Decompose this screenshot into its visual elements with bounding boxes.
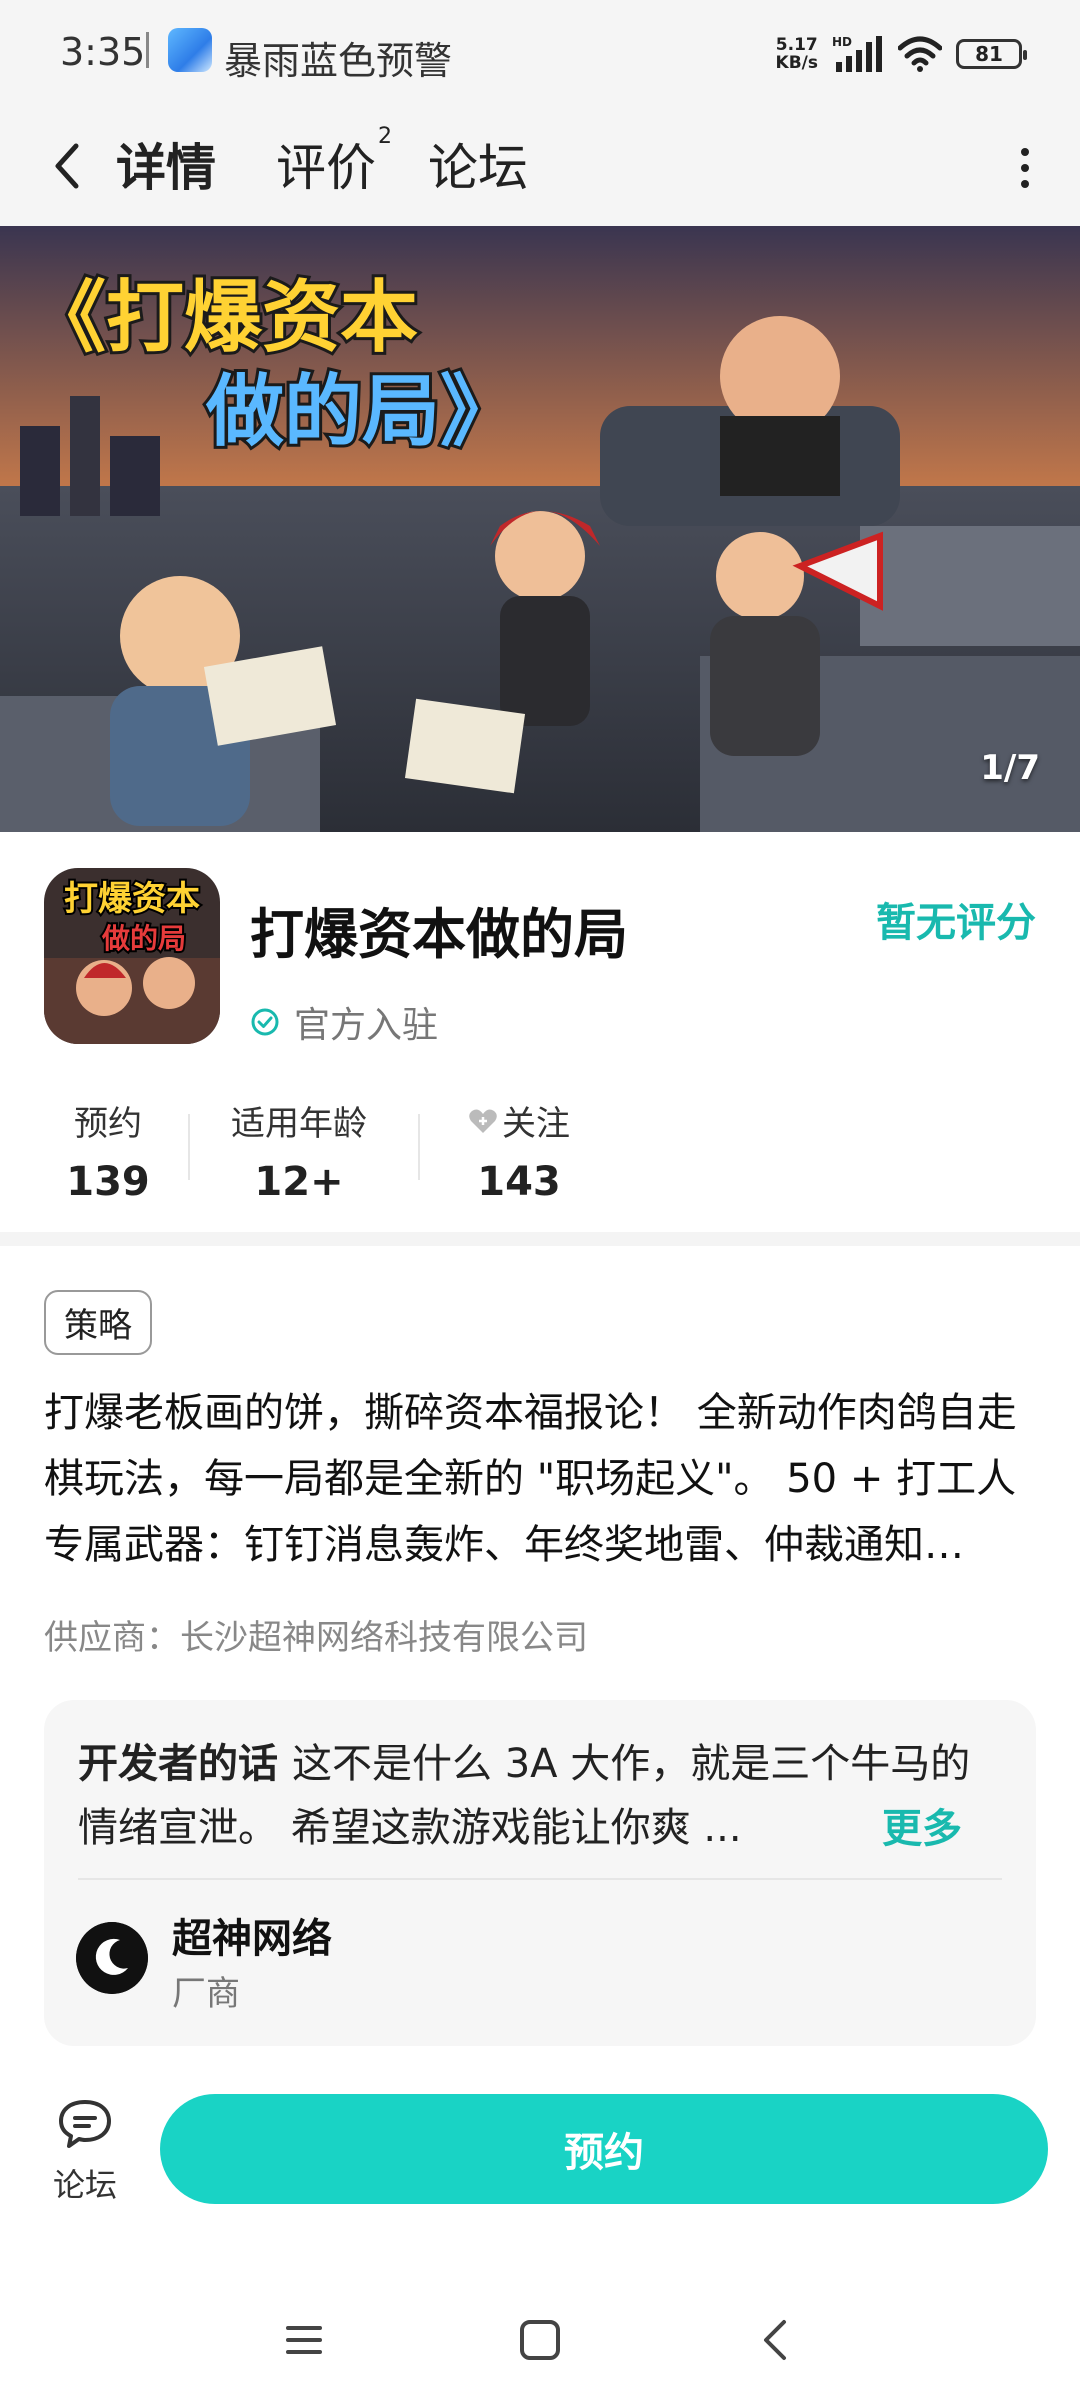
home-icon[interactable]	[510, 2310, 570, 2370]
developer-words: 开发者的话 这不是什么 3A 大作，就是三个牛马的情绪宣泄。 希望这款游戏能让你爽…	[78, 1732, 998, 1860]
tab-forum-label: 论坛	[428, 139, 528, 197]
developer-card-divider	[78, 1878, 1002, 1880]
tab-review[interactable]: 评价 2	[276, 124, 392, 200]
developer-card[interactable]: 开发者的话 这不是什么 3A 大作，就是三个牛马的情绪宣泄。 希望这款游戏能让你爽…	[44, 1700, 1036, 2046]
forum-button[interactable]: 论坛	[40, 2096, 130, 2216]
app-icon-text-line1: 打爆资本	[64, 880, 200, 918]
stat-reservations-value: 139	[66, 1159, 150, 1205]
status-indicators: 5.17 KB/s HD 81	[776, 32, 1027, 76]
stat-followers[interactable]: 关注 143	[454, 1096, 584, 1205]
app-icon-artwork: 打爆资本 做的局	[44, 868, 220, 1044]
status-notification: 暴雨蓝色预警	[224, 39, 453, 83]
reserve-button[interactable]: 预约	[160, 2094, 1048, 2204]
forum-button-label: 论坛	[52, 2166, 117, 2204]
stat-divider	[188, 1114, 190, 1180]
stat-age-value: 12+	[254, 1159, 344, 1205]
developer-role: 厂商	[172, 1974, 240, 2014]
back-arrow-icon[interactable]	[44, 136, 94, 196]
network-speed-unit: KB/s	[775, 53, 818, 73]
banner-title-line2: 做的局》	[205, 367, 518, 455]
status-bar: 3:35 暴雨蓝色预警 5.17 KB/s HD 81	[0, 0, 1080, 108]
stat-followers-label-wrap: 关注	[454, 1096, 584, 1145]
app-name: 打爆资本做的局	[250, 903, 628, 966]
stat-age-label: 适用年龄	[231, 1104, 367, 1144]
rating-status: 暂无评分	[876, 900, 1036, 946]
status-time: 3:35	[60, 30, 146, 74]
network-speed-value: 5.17	[775, 35, 818, 55]
stat-followers-label: 关注	[502, 1104, 570, 1144]
system-navigation-bar	[0, 2290, 1080, 2380]
banner-artwork: 《打爆资本 做的局》	[0, 226, 1080, 832]
app-icon: 打爆资本 做的局	[44, 868, 220, 1044]
cellular-signal-icon: HD	[832, 35, 882, 72]
developer-words-title: 开发者的话	[78, 1741, 278, 1787]
official-label: 官方入驻	[294, 1005, 439, 1046]
section-divider	[0, 1232, 1080, 1246]
app-icon-text-line2: 做的局	[101, 922, 186, 954]
game-description[interactable]: 打爆老板画的饼，撕碎资本福报论！ 全新动作肉鸽自走棋玩法，每一局都是全新的 "职…	[44, 1380, 1036, 1578]
official-badge: 官方入驻	[250, 996, 438, 1048]
screenshot-carousel[interactable]: 《打爆资本 做的局》 1/7	[0, 226, 1080, 832]
stat-reservations-label: 预约	[74, 1104, 142, 1144]
battery-icon: 81	[956, 39, 1027, 69]
tab-detail[interactable]: 详情	[112, 128, 220, 206]
tab-review-label: 评价	[276, 139, 376, 197]
developer-more-link[interactable]: 更多	[882, 1796, 962, 1854]
stat-followers-value: 143	[477, 1159, 561, 1205]
stat-divider	[418, 1114, 420, 1180]
supplier-info: 供应商：长沙超神网络科技有限公司	[44, 1618, 588, 1658]
heart-plus-icon	[469, 1109, 497, 1133]
review-count-badge: 2	[378, 124, 392, 149]
wifi-icon	[898, 36, 942, 72]
recent-apps-icon[interactable]	[274, 2310, 334, 2370]
developer-name[interactable]: 超神网络	[172, 1906, 332, 1964]
developer-avatar[interactable]	[76, 1922, 148, 1994]
weather-app-icon	[168, 28, 212, 72]
top-nav: 详情 评价 2 论坛	[0, 108, 1080, 226]
stat-age: 适用年龄 12+	[224, 1096, 374, 1205]
tab-forum[interactable]: 论坛	[428, 128, 528, 200]
hd-label: HD	[832, 35, 852, 49]
network-speed: 5.17 KB/s	[776, 36, 818, 72]
more-options-icon[interactable]	[1010, 138, 1040, 198]
status-separator	[146, 32, 149, 68]
genre-tag[interactable]: 策略	[44, 1290, 152, 1355]
tab-detail-label: 详情	[116, 139, 216, 197]
banner-title-line1: 《打爆资本	[28, 273, 418, 361]
verified-check-icon	[251, 1008, 279, 1036]
stat-reservations: 预约 139	[44, 1096, 172, 1205]
forum-chat-icon	[59, 2100, 111, 2148]
carousel-counter: 1/7	[980, 748, 1040, 788]
system-back-icon[interactable]	[746, 2310, 806, 2370]
